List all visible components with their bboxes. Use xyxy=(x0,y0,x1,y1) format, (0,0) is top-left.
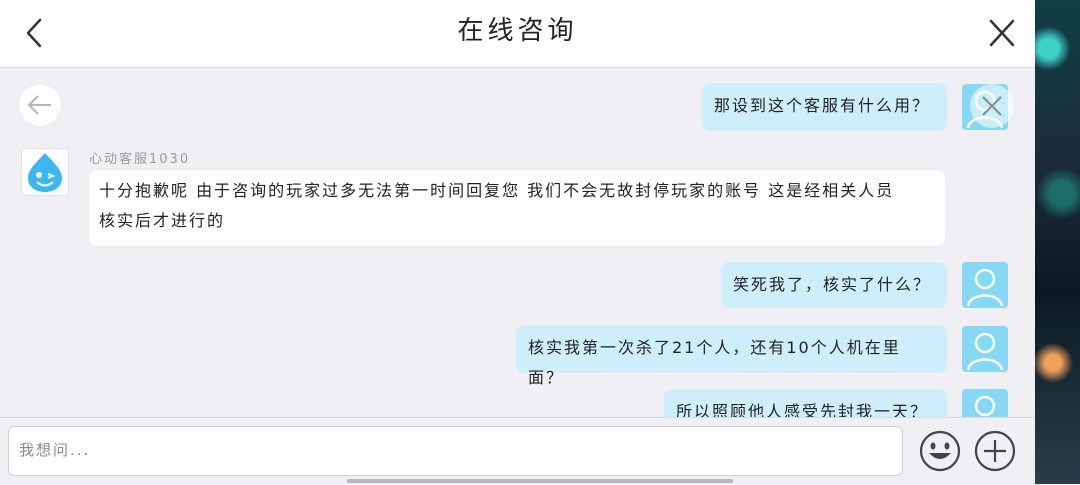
message-text: 那设到这个客服有什么用？ xyxy=(714,96,931,115)
agent-avatar xyxy=(21,148,69,196)
page-title: 在线咨询 xyxy=(457,16,578,46)
message-text: 所以照顾他人感受先封我一天？ xyxy=(676,402,929,417)
agent-name: 心动客服1030 xyxy=(89,152,191,167)
user-icon xyxy=(966,332,1004,371)
emoji-button[interactable] xyxy=(918,429,962,473)
message-bubble-user: 那设到这个客服有什么用？ xyxy=(702,83,947,131)
arrow-left-icon xyxy=(27,95,51,115)
message-bubble-user: 笑死我了，核实了什么？ xyxy=(721,262,947,308)
message-text: 核实我第一次杀了21个人，还有10个人机在里面？ xyxy=(528,338,901,387)
smiley-icon xyxy=(919,430,961,472)
background-art-strip xyxy=(1035,0,1080,484)
plus-icon xyxy=(974,430,1016,472)
scroll-back-button[interactable] xyxy=(19,84,61,126)
user-icon xyxy=(966,268,1004,307)
floating-close-button[interactable] xyxy=(970,84,1014,128)
message-bubble-agent: 十分抱歉呢 由于咨询的玩家过多无法第一时间回复您 我们不会无故封停玩家的账号 这… xyxy=(89,170,945,246)
user-avatar xyxy=(962,389,1008,417)
message-bubble-user: 核实我第一次杀了21个人，还有10个人机在里面？ xyxy=(516,325,947,387)
message-text-line: 核实后才进行的 xyxy=(99,211,226,230)
message-input[interactable]: 我想问... xyxy=(8,426,903,476)
header-bar: 在线咨询 xyxy=(0,0,1035,68)
close-button[interactable] xyxy=(982,14,1022,52)
input-bar: 我想问... xyxy=(0,417,1035,485)
add-attachment-button[interactable] xyxy=(973,429,1017,473)
user-avatar xyxy=(962,262,1008,308)
user-icon xyxy=(974,395,996,417)
user-avatar xyxy=(962,326,1008,372)
close-icon xyxy=(989,19,1015,47)
chat-area[interactable]: 那设到这个客服有什么用？ 心动客服1030 十分抱歉呢 由于咨询的玩家过多无法第… xyxy=(0,68,1035,417)
mascot-icon xyxy=(28,153,62,192)
message-text-line: 十分抱歉呢 由于咨询的玩家过多无法第一时间回复您 我们不会无故封停玩家的账号 这… xyxy=(99,181,895,200)
message-bubble-user: 所以照顾他人感受先封我一天？ xyxy=(664,389,947,417)
message-text: 笑死我了，核实了什么？ xyxy=(733,275,932,294)
home-indicator xyxy=(347,479,733,483)
input-placeholder: 我想问... xyxy=(19,441,91,459)
close-icon xyxy=(982,96,1002,116)
